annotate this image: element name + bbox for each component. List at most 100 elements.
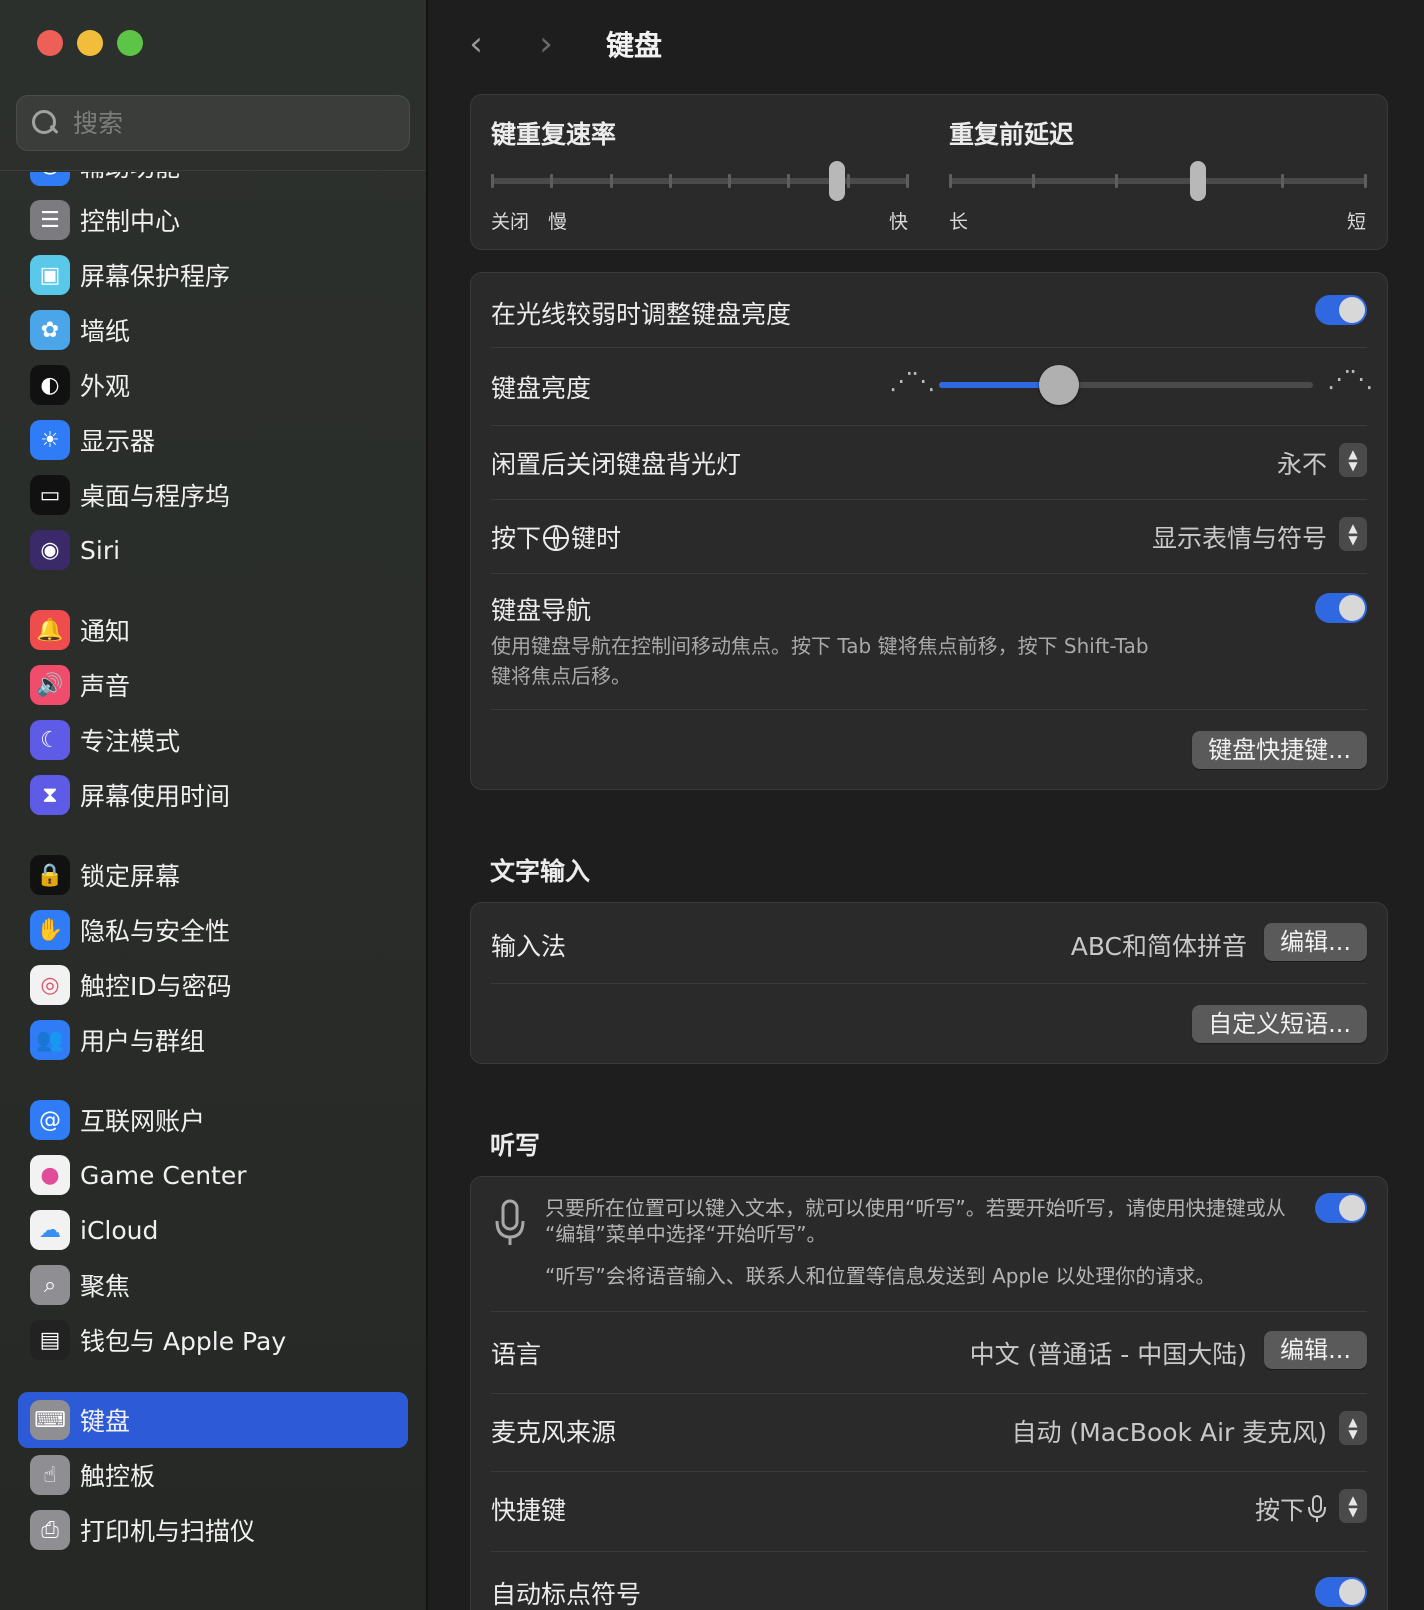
- search-input[interactable]: [73, 108, 373, 138]
- touch-id-icon: ◎: [30, 965, 70, 1005]
- backlight-off-stepper[interactable]: ▲ ▼: [1339, 443, 1367, 477]
- sidebar-item-spotlight[interactable]: ⌕ 聚焦: [18, 1257, 408, 1313]
- keyboard-navigation-label: 键盘导航: [491, 596, 592, 625]
- sidebar-item-label: 触控板: [80, 1462, 156, 1491]
- sidebar-item-printer[interactable]: ⎙ 打印机与扫描仪: [18, 1502, 408, 1558]
- slider-tick: [949, 174, 952, 188]
- sidebar-item-label: 触控ID与密码: [80, 972, 232, 1001]
- rate-cap-fast: 快: [889, 211, 909, 233]
- slider-tick: [550, 174, 553, 188]
- slider-tick: [669, 174, 672, 188]
- input-sources-edit-button[interactable]: 编辑...: [1264, 923, 1367, 961]
- auto-brightness-label: 在光线较弱时调整键盘亮度: [491, 300, 792, 329]
- keyboard-icon: ⌨: [30, 1400, 70, 1440]
- sidebar-item-dock[interactable]: ▭ 桌面与程序坞: [18, 467, 408, 523]
- microphone-key-icon: [1308, 1495, 1326, 1522]
- dictation-shortcut-stepper[interactable]: ▲ ▼: [1339, 1489, 1367, 1523]
- wallet-icon: ▤: [30, 1320, 70, 1360]
- sidebar-item-label: 显示器: [80, 427, 156, 456]
- wallpaper-icon: ✿: [30, 310, 70, 350]
- game-center-icon: ●: [30, 1155, 70, 1195]
- sidebar-item-notifications[interactable]: 🔔 通知: [18, 602, 408, 658]
- notifications-icon: 🔔: [30, 610, 70, 650]
- globe-key-stepper[interactable]: ▲ ▼: [1339, 517, 1367, 551]
- row-separator: [491, 573, 1367, 574]
- key-repeat-rate-slider[interactable]: [491, 161, 909, 201]
- keyboard-navigation-desc-1: 使用键盘导航在控制间移动焦点。按下 Tab 键将焦点前移，按下 Shift-Ta…: [491, 634, 1149, 658]
- sidebar-item-label: 互联网账户: [80, 1107, 206, 1136]
- sidebar-item-screen-time[interactable]: ⧗ 屏幕使用时间: [18, 767, 408, 823]
- back-button[interactable]: ‹: [456, 24, 496, 64]
- slider-tick: [491, 174, 494, 188]
- delay-until-repeat-label: 重复前延迟: [949, 120, 1075, 149]
- forward-button[interactable]: ›: [526, 24, 566, 64]
- sidebar-item-accessibility[interactable]: ☺ 辅助功能: [18, 172, 408, 194]
- backlight-off-value[interactable]: 永不: [1277, 445, 1327, 481]
- sidebar-item-screensaver[interactable]: ▣ 屏幕保护程序: [18, 247, 408, 303]
- sidebar-item-internet-accounts[interactable]: @ 互联网账户: [18, 1092, 408, 1148]
- sidebar-item-users[interactable]: 👥 用户与群组: [18, 1012, 408, 1068]
- sidebar-item-trackpad[interactable]: ☝ 触控板: [18, 1447, 408, 1503]
- slider-tick: [610, 174, 613, 188]
- window-controls: [37, 30, 143, 56]
- sidebar-item-focus[interactable]: ☾ 专注模式: [18, 712, 408, 768]
- slider-thumb[interactable]: [1190, 161, 1206, 201]
- sidebar-item-label: 用户与群组: [80, 1027, 206, 1056]
- microphone-source-stepper[interactable]: ▲ ▼: [1339, 1411, 1367, 1445]
- microphone-source-value[interactable]: 自动 (MacBook Air 麦克风): [1011, 1413, 1327, 1449]
- sidebar-item-siri[interactable]: ◉ Siri: [18, 522, 408, 578]
- auto-punctuation-toggle[interactable]: [1315, 1577, 1367, 1607]
- globe-key-label: 按下 键时: [491, 519, 621, 555]
- dictation-desc-3: “听写”会将语音输入、联系人和位置等信息发送到 Apple 以处理你的请求。: [545, 1264, 1216, 1288]
- slider-tick: [1115, 174, 1118, 188]
- brightness-low-icon: ⋰⋱: [889, 367, 935, 395]
- sidebar-item-appearance[interactable]: ◐ 外观: [18, 357, 408, 413]
- search-box[interactable]: [16, 95, 410, 151]
- sidebar-item-wallpaper[interactable]: ✿ 墙纸: [18, 302, 408, 358]
- slider-thumb[interactable]: [829, 161, 845, 201]
- display-icon: ☀: [30, 420, 70, 460]
- sidebar-item-privacy-hand[interactable]: ✋ 隐私与安全性: [18, 902, 408, 958]
- sidebar-item-wallet[interactable]: ▤ 钱包与 Apple Pay: [18, 1312, 408, 1368]
- keyboard-shortcuts-button[interactable]: 键盘快捷键...: [1192, 731, 1367, 769]
- delay-until-repeat-slider[interactable]: [949, 161, 1367, 201]
- sidebar-item-lock-screen[interactable]: 🔒 锁定屏幕: [18, 847, 408, 903]
- sidebar-item-touch-id[interactable]: ◎ 触控ID与密码: [18, 957, 408, 1013]
- lock-screen-icon: 🔒: [30, 855, 70, 895]
- sidebar-item-label: iCloud: [80, 1215, 159, 1245]
- sidebar-item-control-center[interactable]: ☰ 控制中心: [18, 192, 408, 248]
- sidebar-item-display[interactable]: ☀ 显示器: [18, 412, 408, 468]
- row-separator: [491, 425, 1367, 426]
- keyboard-brightness-slider[interactable]: [939, 365, 1313, 405]
- globe-key-value[interactable]: 显示表情与符号: [1152, 519, 1327, 555]
- zoom-window-button[interactable]: [117, 30, 143, 56]
- minimize-window-button[interactable]: [77, 30, 103, 56]
- sidebar-item-label: 锁定屏幕: [80, 862, 181, 891]
- sidebar-item-label: Game Center: [80, 1160, 247, 1190]
- sidebar-item-keyboard[interactable]: ⌨ 键盘: [18, 1392, 408, 1448]
- rate-cap-off: 关闭: [491, 211, 530, 233]
- sidebar-item-label: 打印机与扫描仪: [80, 1517, 256, 1546]
- sidebar-item-icloud[interactable]: ☁ iCloud: [18, 1202, 408, 1258]
- slider-thumb[interactable]: [1039, 365, 1079, 405]
- sidebar-item-game-center[interactable]: ● Game Center: [18, 1147, 408, 1203]
- close-window-button[interactable]: [37, 30, 63, 56]
- sidebar-item-label: 钱包与 Apple Pay: [80, 1327, 287, 1356]
- dictation-toggle[interactable]: [1315, 1193, 1367, 1223]
- dictation-language-edit-button[interactable]: 编辑...: [1264, 1331, 1367, 1369]
- keyboard-settings-card: 在光线较弱时调整键盘亮度 键盘亮度 ⋰⋱ ⋰⋱ 闲置后关闭键盘背光灯 永不 ▲ ▼…: [470, 272, 1388, 790]
- screensaver-icon: ▣: [30, 255, 70, 295]
- text-replacements-button[interactable]: 自定义短语...: [1192, 1005, 1367, 1043]
- focus-icon: ☾: [30, 720, 70, 760]
- keyboard-navigation-toggle[interactable]: [1315, 593, 1367, 623]
- sidebar-item-label: 屏幕保护程序: [80, 262, 231, 291]
- users-icon: 👥: [30, 1020, 70, 1060]
- dictation-shortcut-value-wrap[interactable]: 按下: [1255, 1491, 1327, 1527]
- row-separator: [491, 1311, 1367, 1312]
- text-input-section-title: 文字输入: [490, 857, 591, 886]
- sidebar-item-sound[interactable]: 🔊 声音: [18, 657, 408, 713]
- accessibility-icon: ☺: [30, 172, 70, 186]
- toolbar: ‹ › 键盘: [430, 16, 1424, 72]
- auto-brightness-toggle[interactable]: [1315, 295, 1367, 325]
- dictation-language-label: 语言: [491, 1340, 542, 1369]
